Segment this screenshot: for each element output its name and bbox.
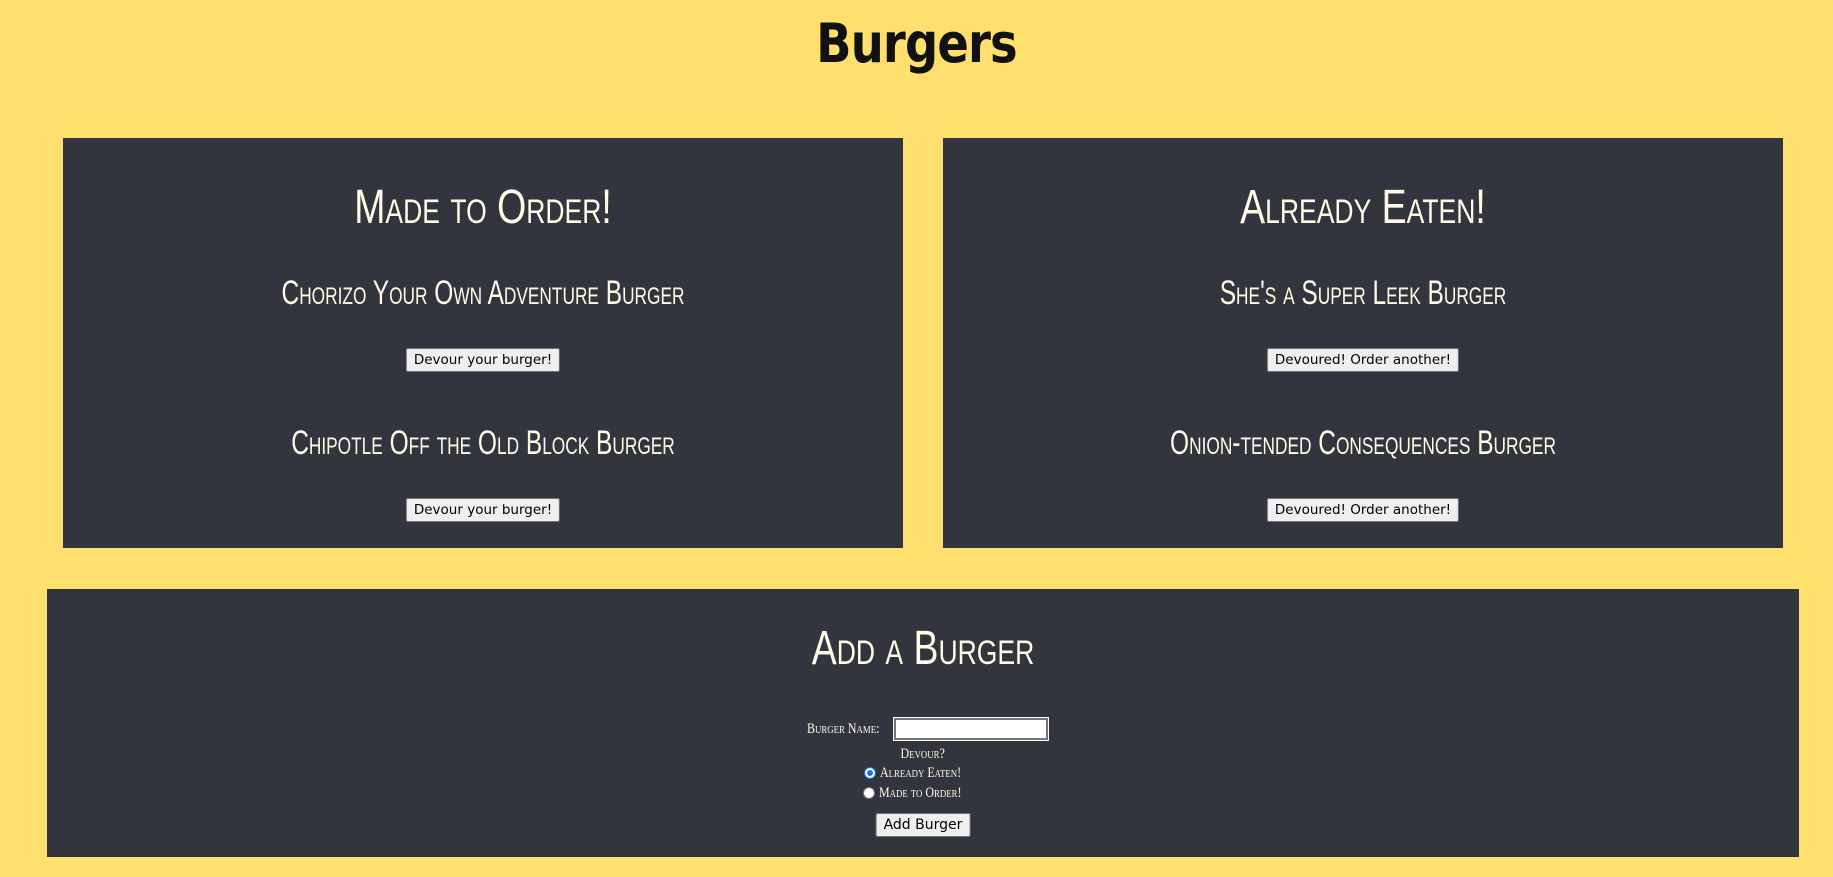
burger-name-item: Chorizo Your Own Adventure Burger (281, 274, 685, 312)
burger-name-input[interactable] (893, 717, 1050, 741)
radio-label: Already Eaten! (880, 765, 962, 782)
page-title: Burgers (816, 12, 1017, 75)
burger-name-item: Chipotle Off the Old Block Burger (291, 424, 675, 462)
order-another-button[interactable]: Devoured! Order another! (1266, 348, 1460, 372)
order-another-button[interactable]: Devoured! Order another! (1266, 498, 1460, 522)
devour-button[interactable]: Devour your burger! (405, 348, 561, 372)
radio-option-made-to-order[interactable]: Made to Order! (47, 785, 1799, 802)
burger-name-row: Burger Name: (47, 717, 1799, 741)
made-to-order-panel: Made to Order! Chorizo Your Own Adventur… (63, 138, 903, 548)
devour-button[interactable]: Devour your burger! (405, 498, 561, 522)
burger-name-item: She's a Super Leek Burger (1219, 274, 1507, 312)
add-burger-heading: Add a Burger (811, 622, 1035, 675)
radio-option-already-eaten[interactable]: Already Eaten! (47, 765, 1799, 782)
radio-label: Made to Order! (879, 785, 962, 802)
radio-already-eaten[interactable] (864, 766, 877, 779)
already-eaten-panel: Already Eaten! She's a Super Leek Burger… (943, 138, 1783, 548)
add-burger-button[interactable]: Add Burger (875, 813, 971, 837)
radio-made-to-order[interactable] (863, 786, 876, 799)
devour-label: Devour? (900, 746, 946, 763)
made-to-order-heading: Made to Order! (354, 181, 612, 234)
already-eaten-heading: Already Eaten! (1240, 181, 1486, 234)
burger-name-label: Burger Name: (806, 720, 880, 737)
add-burger-panel: Add a Burger Burger Name: Devour? Alread… (47, 589, 1799, 857)
burger-name-item: Onion-tended Consequences Burger (1170, 424, 1556, 462)
